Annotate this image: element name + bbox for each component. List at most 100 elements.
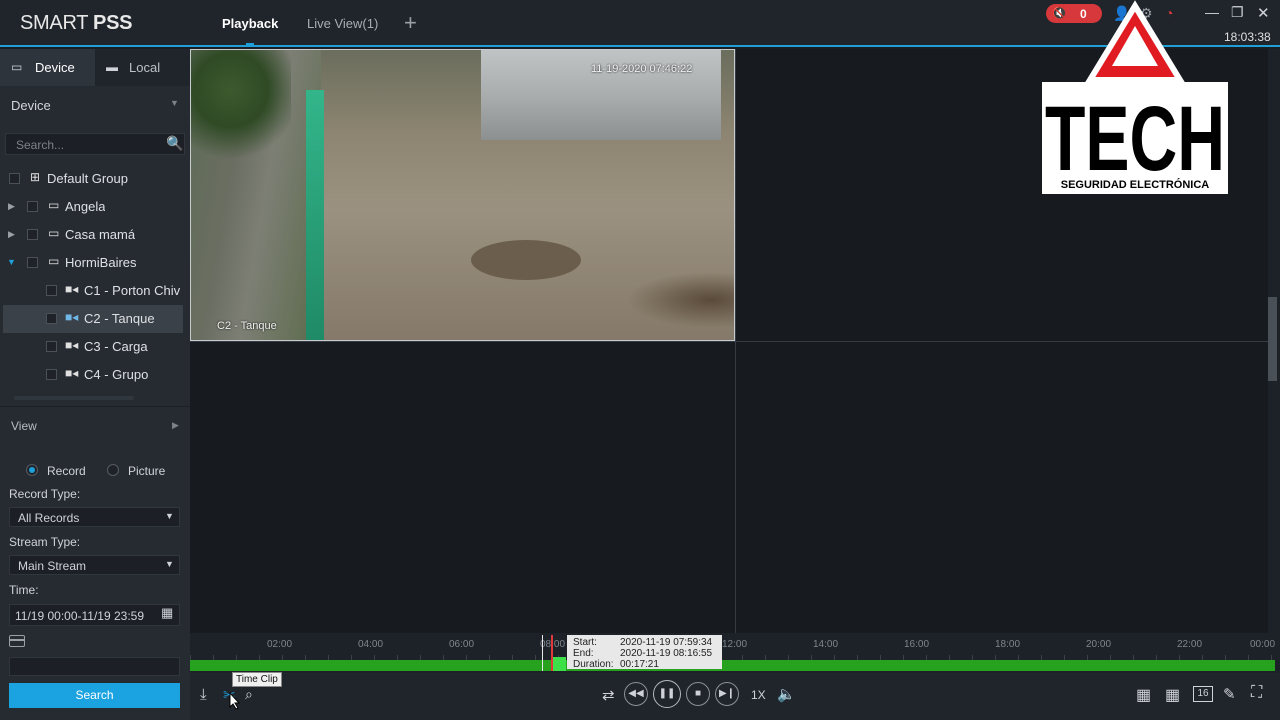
time-range-value: 11/19 00:00-11/19 23:59 — [15, 609, 144, 623]
chevron-down-icon: ▼ — [165, 511, 174, 521]
volume-mute-icon[interactable]: 🔈 — [777, 685, 796, 703]
right-scrollbar[interactable] — [1268, 49, 1280, 633]
timeline-record-bar[interactable] — [190, 660, 1275, 671]
record-type-select[interactable]: All Records ▼ — [9, 507, 180, 527]
video-timestamp: 11-19-2020 07:46:22 — [591, 63, 693, 75]
tree-item-camera[interactable]: ■◂ C4 - Grupo — [3, 361, 183, 389]
stream-type-select[interactable]: Main Stream ▼ — [9, 555, 180, 575]
tab-device[interactable]: ▭ Device — [0, 49, 95, 86]
tree-item-label: C2 - Tanque — [84, 311, 155, 326]
download-icon[interactable]: ⤓ — [200, 686, 207, 703]
timeline-tick: 04:00 — [358, 639, 384, 650]
record-radio-label: Record — [47, 464, 86, 478]
watermark-tagline: SEGURIDAD ELECTRÓNICA — [1061, 178, 1210, 191]
checkbox[interactable] — [27, 229, 38, 240]
collapse-icon[interactable]: ▼ — [7, 257, 16, 267]
camera-icon: ■◂ — [65, 282, 79, 296]
checkbox[interactable] — [46, 313, 57, 324]
restore-icon[interactable]: ❐ — [1231, 4, 1244, 21]
timeline-tick: 16:00 — [904, 639, 930, 650]
nvr-icon: ▭ — [11, 60, 23, 74]
picture-radio[interactable] — [107, 464, 119, 476]
next-frame-button[interactable]: ▶❙ — [715, 682, 739, 706]
card-number-input[interactable] — [9, 657, 180, 676]
time-range-field[interactable]: 11/19 00:00-11/19 23:59 ▦ — [9, 604, 180, 626]
tree-item-angela[interactable]: ▶ ▭ Angela — [3, 193, 183, 221]
layout-4-icon[interactable]: ▦ — [1136, 685, 1151, 705]
stop-button[interactable]: ■ — [686, 682, 710, 706]
watermark-word: TECH — [1045, 88, 1225, 190]
device-tree: ⊞ Default Group ▶ ▭ Angela ▶ ▭ Casa mamá… — [0, 165, 190, 405]
left-tabs: ▭ Device ▬ Local — [0, 49, 190, 86]
view-section-header[interactable]: View ▶ — [0, 406, 190, 446]
nvr-icon: ▭ — [48, 254, 60, 268]
timeline-tick: 22:00 — [1177, 639, 1203, 650]
search-button[interactable]: Search — [9, 683, 180, 708]
tree-horizontal-scrollbar[interactable] — [14, 396, 134, 400]
sync-playback-icon[interactable]: ⇄ — [602, 686, 615, 704]
tree-item-hormibaires[interactable]: ▼ ▭ HormiBaires — [3, 249, 183, 277]
tree-item-label: Casa mamá — [65, 227, 136, 242]
view-section-label: View — [11, 419, 37, 433]
camera-icon: ■◂ — [65, 366, 79, 380]
checkbox[interactable] — [9, 173, 20, 184]
timeline[interactable]: 02:00 04:00 06:00 08:00 12:00 14:00 16:0… — [190, 633, 1280, 673]
edit-layout-icon[interactable]: ✎ — [1223, 685, 1236, 703]
picture-radio-label: Picture — [128, 464, 166, 478]
tree-item-camera[interactable]: ■◂ C1 - Porton Chiv — [3, 277, 183, 305]
timeline-clip-selection[interactable] — [552, 657, 566, 671]
tab-local[interactable]: ▬ Local — [95, 49, 190, 86]
org-chart-icon: ⊞ — [30, 170, 41, 184]
device-section-header[interactable]: Device ▼ — [0, 93, 190, 119]
checkbox[interactable] — [46, 285, 57, 296]
search-input[interactable]: Search... 🔍 — [5, 133, 185, 155]
tab-live-view[interactable]: Live View(1) — [307, 16, 378, 31]
close-icon[interactable]: ✕ — [1257, 4, 1270, 22]
tab-device-label: Device — [35, 60, 75, 75]
tree-item-camera[interactable]: ■◂ C3 - Carga — [3, 333, 183, 361]
tree-item-casa-mama[interactable]: ▶ ▭ Casa mamá — [3, 221, 183, 249]
tree-item-default-group[interactable]: ⊞ Default Group — [3, 165, 183, 193]
scrollbar-thumb[interactable] — [1268, 297, 1277, 381]
pause-button[interactable]: ❚❚ — [653, 680, 681, 708]
checkbox[interactable] — [46, 369, 57, 380]
tech-watermark-logo: TECH SEGURIDAD ELECTRÓNICA — [1042, 0, 1228, 194]
add-tab-button[interactable]: + — [404, 12, 417, 34]
timeline-playhead[interactable] — [551, 635, 553, 671]
nvr-icon: ▭ — [48, 198, 60, 212]
tree-item-camera-selected[interactable]: ■◂ C2 - Tanque — [3, 305, 183, 333]
chevron-right-icon: ▶ — [172, 420, 179, 430]
expand-icon[interactable]: ▶ — [8, 201, 15, 212]
speed-label[interactable]: 1X — [751, 688, 766, 702]
fullscreen-icon[interactable]: ⛶ — [1251, 684, 1262, 702]
checkbox[interactable] — [46, 341, 57, 352]
timeline-tick: 18:00 — [995, 639, 1021, 650]
timeline-clip-marker[interactable] — [542, 635, 543, 671]
timeline-tick: 14:00 — [813, 639, 839, 650]
tab-local-label: Local — [129, 60, 161, 75]
expand-icon[interactable]: ▶ — [8, 229, 15, 240]
record-radio[interactable] — [26, 464, 38, 476]
checkbox[interactable] — [27, 201, 38, 212]
rewind-button[interactable]: ◀◀ — [624, 682, 648, 706]
smart-search-icon[interactable]: ⌕ — [245, 686, 253, 703]
search-icon[interactable]: 🔍 — [166, 135, 183, 152]
tooltip-duration-value: 00:17:21 — [620, 659, 659, 670]
calendar-icon[interactable]: ▦ — [161, 605, 173, 621]
stream-type-label: Stream Type: — [9, 535, 81, 549]
device-section-label: Device — [11, 98, 51, 113]
timeline-tick: 06:00 — [449, 639, 475, 650]
tab-playback[interactable]: Playback — [222, 16, 278, 31]
tree-item-label: HormiBaires — [65, 255, 137, 270]
stream-type-value: Main Stream — [18, 559, 87, 573]
video-pane-c2[interactable]: 11-19-2020 07:46:22 C2 - Tanque — [190, 49, 735, 341]
clip-info-tooltip: Start: 2020-11-19 07:59:34 End: 2020-11-19… — [567, 635, 722, 670]
layout-16-button[interactable]: 16 — [1193, 686, 1213, 702]
tree-item-label: Default Group — [47, 171, 128, 186]
monitor-icon: ▬ — [106, 60, 118, 74]
chevron-down-icon: ▼ — [170, 98, 179, 108]
checkbox[interactable] — [27, 257, 38, 268]
tooltip-start-label: Start: — [573, 637, 597, 648]
tooltip-end-label: End: — [573, 648, 594, 659]
layout-9-icon[interactable]: ▦ — [1165, 685, 1180, 705]
